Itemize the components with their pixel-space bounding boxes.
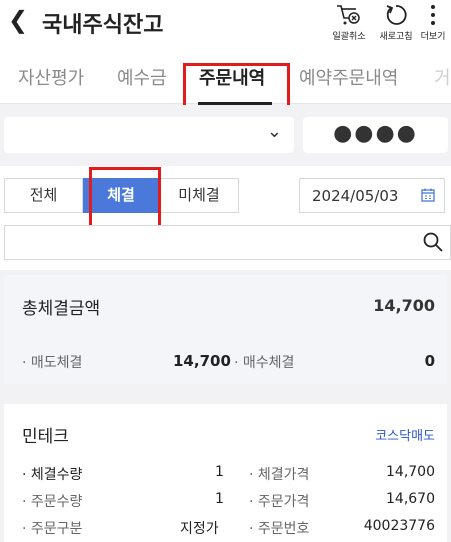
date-picker[interactable]: 2024/05/03 <box>299 178 445 213</box>
chevron-down-icon: ⌄ <box>266 121 282 142</box>
account-password-field[interactable]: ●●●● <box>303 117 448 153</box>
order-price-label: · 주문가격 <box>249 494 310 510</box>
market-order-type-tag: 코스닥매도 <box>375 429 435 444</box>
more-button[interactable]: 더보기 <box>413 2 451 42</box>
tab-reserved-orders[interactable]: 예약주문내역 <box>299 64 398 90</box>
buy-executed-value: 0 <box>424 352 435 370</box>
tab-deposit[interactable]: 예수금 <box>117 64 167 90</box>
more-label: 더보기 <box>420 32 446 42</box>
total-executed-value: 14,700 <box>373 296 435 315</box>
order-card[interactable]: 민테크 코스닥매도 · 체결수량 1 · 체결가격 14,700 · 주문수량 … <box>4 404 447 542</box>
search-field[interactable] <box>4 225 451 260</box>
order-qty-label: · 주문수량 <box>22 494 83 510</box>
order-number-label: · 주문번호 <box>249 521 310 537</box>
page-title: 국내주식잔고 <box>42 13 164 38</box>
executed-price-value: 14,700 <box>386 464 435 480</box>
tab-asset-evaluation[interactable]: 자산평가 <box>18 64 84 90</box>
execution-summary-card: 총체결금액 14,700 · 매도체결 14,700 · 매수체결 0 <box>4 275 447 384</box>
segment-unexecuted[interactable]: 미체결 <box>159 178 239 213</box>
order-kind-value: 지정가 <box>180 521 219 537</box>
bulk-cancel-label: 일괄취소 <box>332 32 366 42</box>
executed-qty-value: 1 <box>215 464 224 480</box>
tab-truncated[interactable]: 거 <box>434 64 451 90</box>
executed-price-label: · 체결가격 <box>249 467 310 483</box>
total-executed-label: 총체결금액 <box>22 299 101 319</box>
sell-executed-value: 14,700 <box>173 352 231 370</box>
order-kind-label: · 주문구분 <box>22 521 83 537</box>
more-vertical-icon <box>431 5 435 25</box>
app-header: ❮ 국내주식잔고 일괄취소 새로고침 더보기 <box>0 0 451 44</box>
search-icon[interactable] <box>422 231 444 253</box>
sell-executed-label: · 매도체결 <box>22 355 83 371</box>
masked-password: ●●●● <box>333 121 418 146</box>
segment-all[interactable]: 전체 <box>4 178 83 213</box>
cart-cancel-icon <box>337 5 360 25</box>
search-input[interactable] <box>11 231 411 255</box>
bulk-cancel-button[interactable]: 일괄취소 <box>325 2 373 42</box>
order-qty-value: 1 <box>215 491 224 507</box>
stock-name: 민테크 <box>22 427 69 447</box>
refresh-icon <box>386 5 407 25</box>
executed-qty-label: · 체결수량 <box>22 467 83 483</box>
date-value: 2024/05/03 <box>312 187 399 205</box>
buy-executed-label: · 매수체결 <box>234 355 295 371</box>
order-number-value: 40023776 <box>363 518 435 534</box>
order-price-value: 14,670 <box>386 491 435 507</box>
account-select-row: ⌄ ●●●● <box>0 105 451 166</box>
calendar-icon <box>421 188 435 202</box>
back-chevron-left-icon[interactable]: ❮ <box>8 6 28 34</box>
account-select[interactable]: ⌄ <box>4 117 294 153</box>
